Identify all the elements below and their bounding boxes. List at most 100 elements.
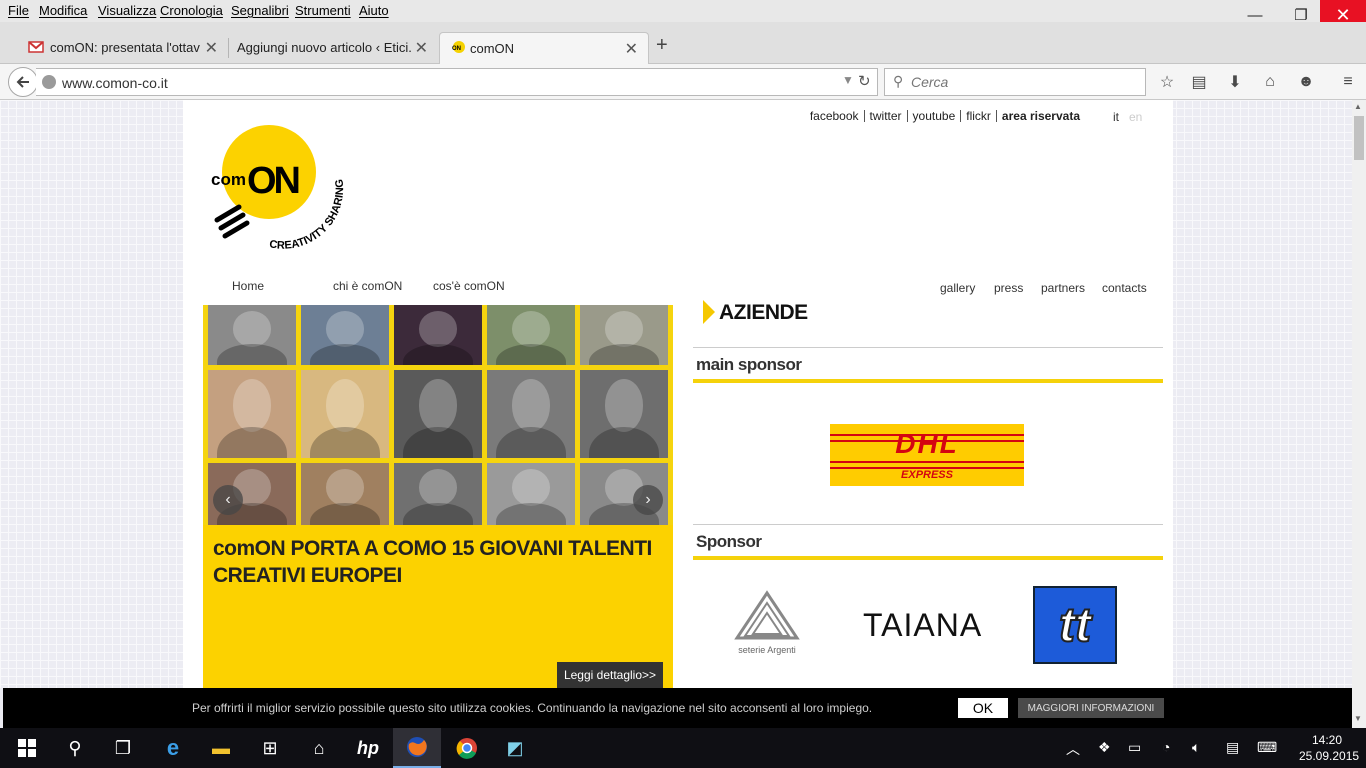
hp-icon[interactable]: hp <box>344 728 392 768</box>
cookie-more-info-button[interactable]: MAGGIORI INFORMAZIONI <box>1018 698 1164 718</box>
firefox-taskbar-icon[interactable] <box>393 728 441 768</box>
lang-en-link[interactable]: en <box>1129 110 1142 124</box>
tab-comon[interactable]: ON comON ✕ <box>439 32 649 64</box>
scroll-up-icon[interactable]: ▲ <box>1354 102 1362 111</box>
menu-hamburger-icon[interactable]: ≡ <box>1337 71 1359 93</box>
nav-partners[interactable]: partners <box>1041 281 1085 295</box>
search-taskbar-icon[interactable]: ⚲ <box>51 728 99 768</box>
facebook-link[interactable]: facebook <box>805 110 865 122</box>
clock-time[interactable]: 14:20 <box>1312 733 1342 747</box>
portrait-photo <box>487 305 575 365</box>
tab-close-icon[interactable]: ✕ <box>205 38 218 58</box>
divider <box>693 347 1163 348</box>
tt-logo[interactable]: tt <box>1033 586 1117 664</box>
tab-label: comON <box>470 41 515 56</box>
site-container: facebook twitter youtube flickr area ris… <box>183 100 1173 688</box>
logo-prefix: com <box>211 170 246 189</box>
web-page: facebook twitter youtube flickr area ris… <box>0 100 1352 688</box>
gmail-icon <box>28 41 44 53</box>
svg-text:ON: ON <box>452 46 461 52</box>
dropbox-icon[interactable]: ❖ <box>1098 739 1111 756</box>
scrollbar-thumb[interactable] <box>1354 116 1364 160</box>
start-button[interactable] <box>3 728 51 768</box>
search-input[interactable] <box>911 74 1131 90</box>
flickr-link[interactable]: flickr <box>961 110 997 122</box>
nav-gallery[interactable]: gallery <box>940 281 975 295</box>
volume-icon[interactable]: 🔈︎ <box>1192 739 1200 756</box>
task-view-icon[interactable]: ❐ <box>99 728 147 768</box>
downloads-icon[interactable]: ⬇ <box>1224 71 1246 93</box>
nav-cos-e-comon[interactable]: cos'è comON <box>433 279 505 293</box>
history-dropdown-icon[interactable]: ▼ <box>842 73 854 87</box>
menu-cronologia[interactable]: Cronologia <box>160 3 223 18</box>
menu-visualizza[interactable]: Visualizza <box>98 3 156 18</box>
app-taskbar-icon[interactable]: ◩ <box>491 728 539 768</box>
portrait-photo <box>580 305 668 365</box>
portrait-photo <box>208 370 296 458</box>
seterie-argenti-label: seterie Argenti <box>738 645 796 655</box>
action-center-icon[interactable]: ▤ <box>1226 739 1239 756</box>
new-tab-button[interactable]: + <box>656 34 668 57</box>
dhl-logo[interactable]: DHL EXPRESS <box>830 424 1024 486</box>
menu-strumenti[interactable]: Strumenti <box>295 3 351 18</box>
nav-contacts[interactable]: contacts <box>1102 281 1147 295</box>
taiana-logo[interactable]: TAIANA <box>863 607 982 644</box>
menu-file[interactable]: File <box>8 3 29 18</box>
reload-icon[interactable]: ↻ <box>858 72 871 90</box>
tab-wordpress[interactable]: Aggiungi nuovo articolo ‹ Etici... ✕ <box>228 32 438 64</box>
home-app-icon[interactable]: ⌂ <box>295 728 343 768</box>
yellow-divider <box>693 556 1163 560</box>
read-more-button[interactable]: Leggi dettaglio>> <box>557 662 663 688</box>
tab-gmail[interactable]: comON: presentata l'ottav... ✕ <box>18 32 228 64</box>
cookie-ok-button[interactable]: OK <box>958 698 1008 718</box>
store-icon[interactable]: ⊞ <box>246 728 294 768</box>
dhl-wordmark: DHL <box>895 428 959 459</box>
aziende-heading: AZIENDE <box>719 301 808 324</box>
menu-segnalibri[interactable]: Segnalibri <box>231 3 289 18</box>
clock-date[interactable]: 25.09.2015 <box>1299 749 1359 763</box>
vertical-scrollbar[interactable]: ▲ ▼ <box>1352 100 1366 728</box>
news-title[interactable]: comON PORTA A COMO 15 GIOVANI TALENTI CR… <box>213 535 663 589</box>
back-button[interactable] <box>8 67 38 97</box>
lang-it-link[interactable]: it <box>1113 110 1119 124</box>
edge-icon[interactable]: e <box>149 728 197 768</box>
taskbar: ⚲ ❐ e ▬ ⊞ ⌂ hp ◩ ︿ ❖ ▭ ◔ 🔈︎ ▤ ⌨ 14:20 25… <box>0 728 1366 768</box>
tab-close-icon[interactable]: ✕ <box>625 39 638 59</box>
battery-icon[interactable]: ▭ <box>1128 739 1141 756</box>
nav-press[interactable]: press <box>994 281 1023 295</box>
windows-logo-icon <box>18 739 36 757</box>
youtube-link[interactable]: youtube <box>908 110 962 122</box>
sponsor-heading: Sponsor <box>696 532 762 551</box>
url-text[interactable]: www.comon-co.it <box>62 75 168 91</box>
slider-next-arrow-icon[interactable]: › <box>633 485 663 515</box>
nav-home[interactable]: Home <box>232 279 264 293</box>
chrome-icon <box>456 738 477 759</box>
image-slider[interactable]: ‹ › <box>203 305 673 525</box>
search-box[interactable]: ⚲ <box>884 68 1146 96</box>
heading-arrow-icon <box>703 300 715 324</box>
chrome-taskbar-icon[interactable] <box>443 728 491 768</box>
menu-aiuto[interactable]: Aiuto <box>359 3 389 18</box>
reading-list-icon[interactable]: ▤ <box>1188 71 1210 93</box>
twitter-link[interactable]: twitter <box>865 110 908 122</box>
tab-label: comON: presentata l'ottav... <box>50 40 200 55</box>
tab-close-icon[interactable]: ✕ <box>415 38 428 58</box>
scroll-down-icon[interactable]: ▼ <box>1354 714 1362 723</box>
menubar: File Modifica Visualizza Cronologia Segn… <box>0 0 1366 22</box>
menu-modifica[interactable]: Modifica <box>39 3 87 18</box>
hello-chat-icon[interactable]: ☻ <box>1295 71 1317 93</box>
top-links: facebook twitter youtube flickr area ris… <box>805 110 1085 122</box>
wifi-icon[interactable]: ◔ <box>1162 739 1170 755</box>
nav-chi-e-comon[interactable]: chi è comON <box>333 279 402 293</box>
bookmark-star-icon[interactable]: ☆ <box>1156 71 1178 93</box>
keyboard-icon[interactable]: ⌨ <box>1257 739 1277 756</box>
url-bar[interactable]: www.comon-co.it ▼ ↻ <box>36 68 878 96</box>
tray-expand-icon[interactable]: ︿ <box>1066 739 1080 759</box>
area-riservata-link[interactable]: area riservata <box>997 110 1085 122</box>
portrait-photo <box>394 370 482 458</box>
slider-prev-arrow-icon[interactable]: ‹ <box>213 485 243 515</box>
home-icon[interactable]: ⌂ <box>1259 71 1281 93</box>
navigation-toolbar: www.comon-co.it ▼ ↻ ⚲ ☆ ▤ ⬇ ⌂ ☻ ≡ <box>0 64 1366 100</box>
comon-logo[interactable]: com ON CREATIVITY SHARING <box>211 125 351 250</box>
file-explorer-icon[interactable]: ▬ <box>197 728 245 768</box>
